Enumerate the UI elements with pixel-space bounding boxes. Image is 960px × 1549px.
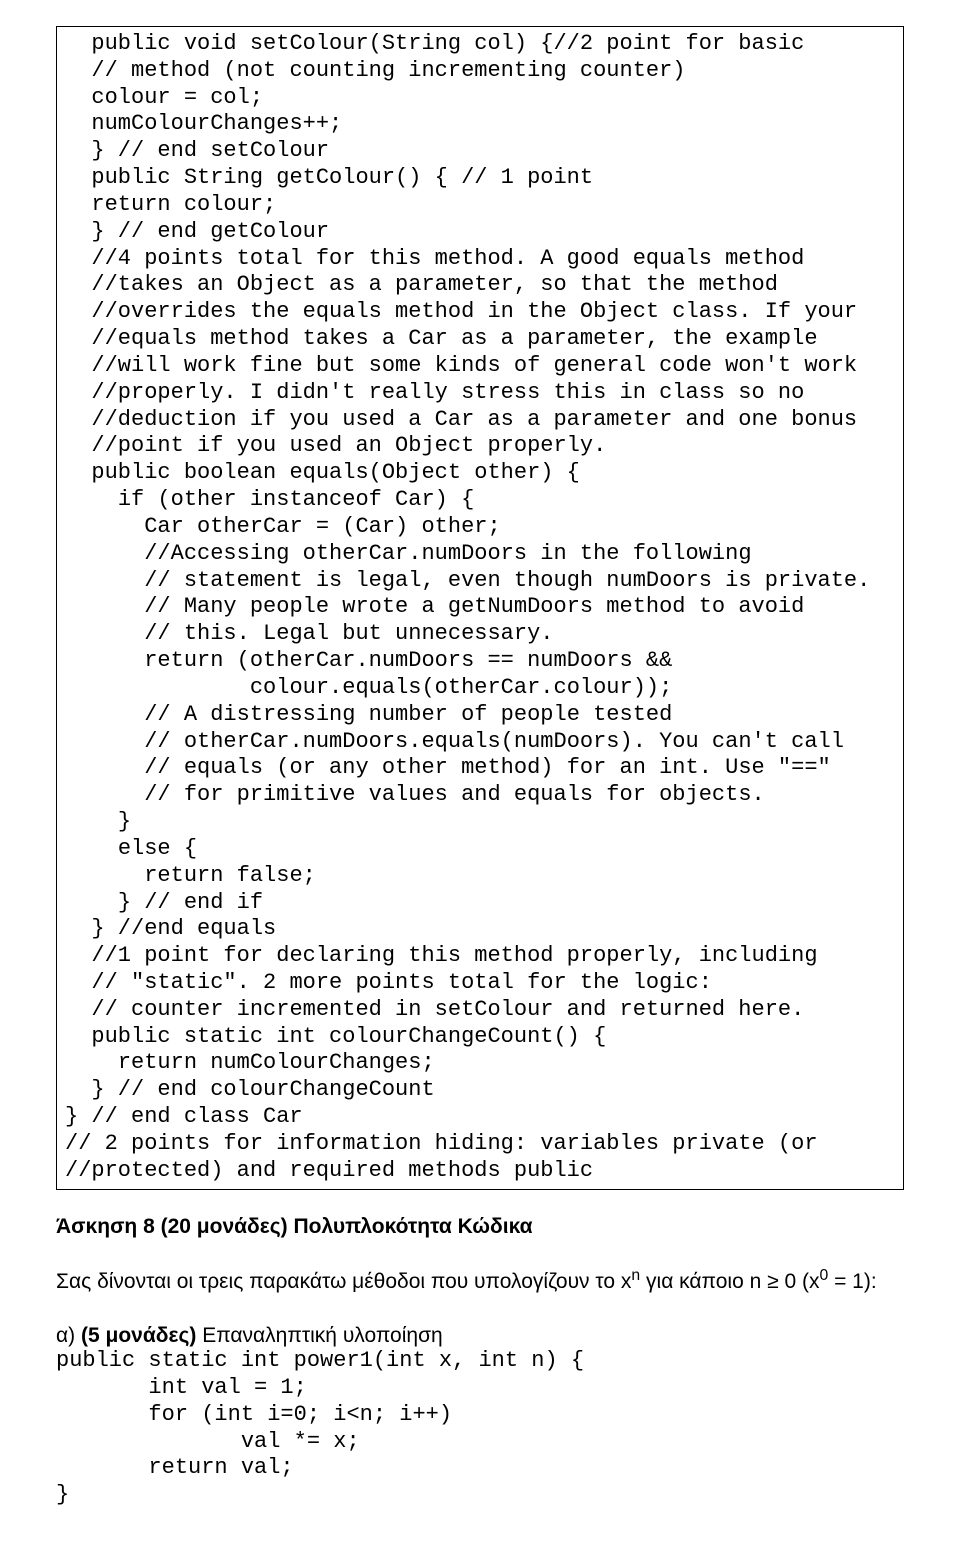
exercise-description: Σας δίνονται οι τρεις παρακάτω μέθοδοι π… [56, 1265, 904, 1296]
part-alpha-prefix: α) [56, 1324, 81, 1347]
superscript-0: 0 [819, 1267, 828, 1284]
code-power1: public static int power1(int x, int n) {… [56, 1348, 904, 1509]
part-alpha-rest: Επαναληπτική υλοποίηση [196, 1324, 442, 1347]
code-block: public void setColour(String col) {//2 p… [65, 31, 895, 1185]
desc-mid: για κάποιο n ≥ 0 (x [640, 1270, 819, 1293]
exercise-heading: Άσκηση 8 (20 μονάδες) Πολυπλοκότητα Κώδι… [56, 1214, 912, 1240]
superscript-n: n [631, 1267, 640, 1284]
part-alpha-heading: α) (5 μονάδες) Επαναληπτική υλοποίηση [56, 1323, 904, 1349]
part-alpha-points: (5 μονάδες) [81, 1324, 196, 1347]
desc-suffix: = 1): [828, 1270, 876, 1293]
code-block-box: public void setColour(String col) {//2 p… [56, 26, 904, 1190]
desc-prefix: Σας δίνονται οι τρεις παρακάτω μέθοδοι π… [56, 1270, 631, 1293]
